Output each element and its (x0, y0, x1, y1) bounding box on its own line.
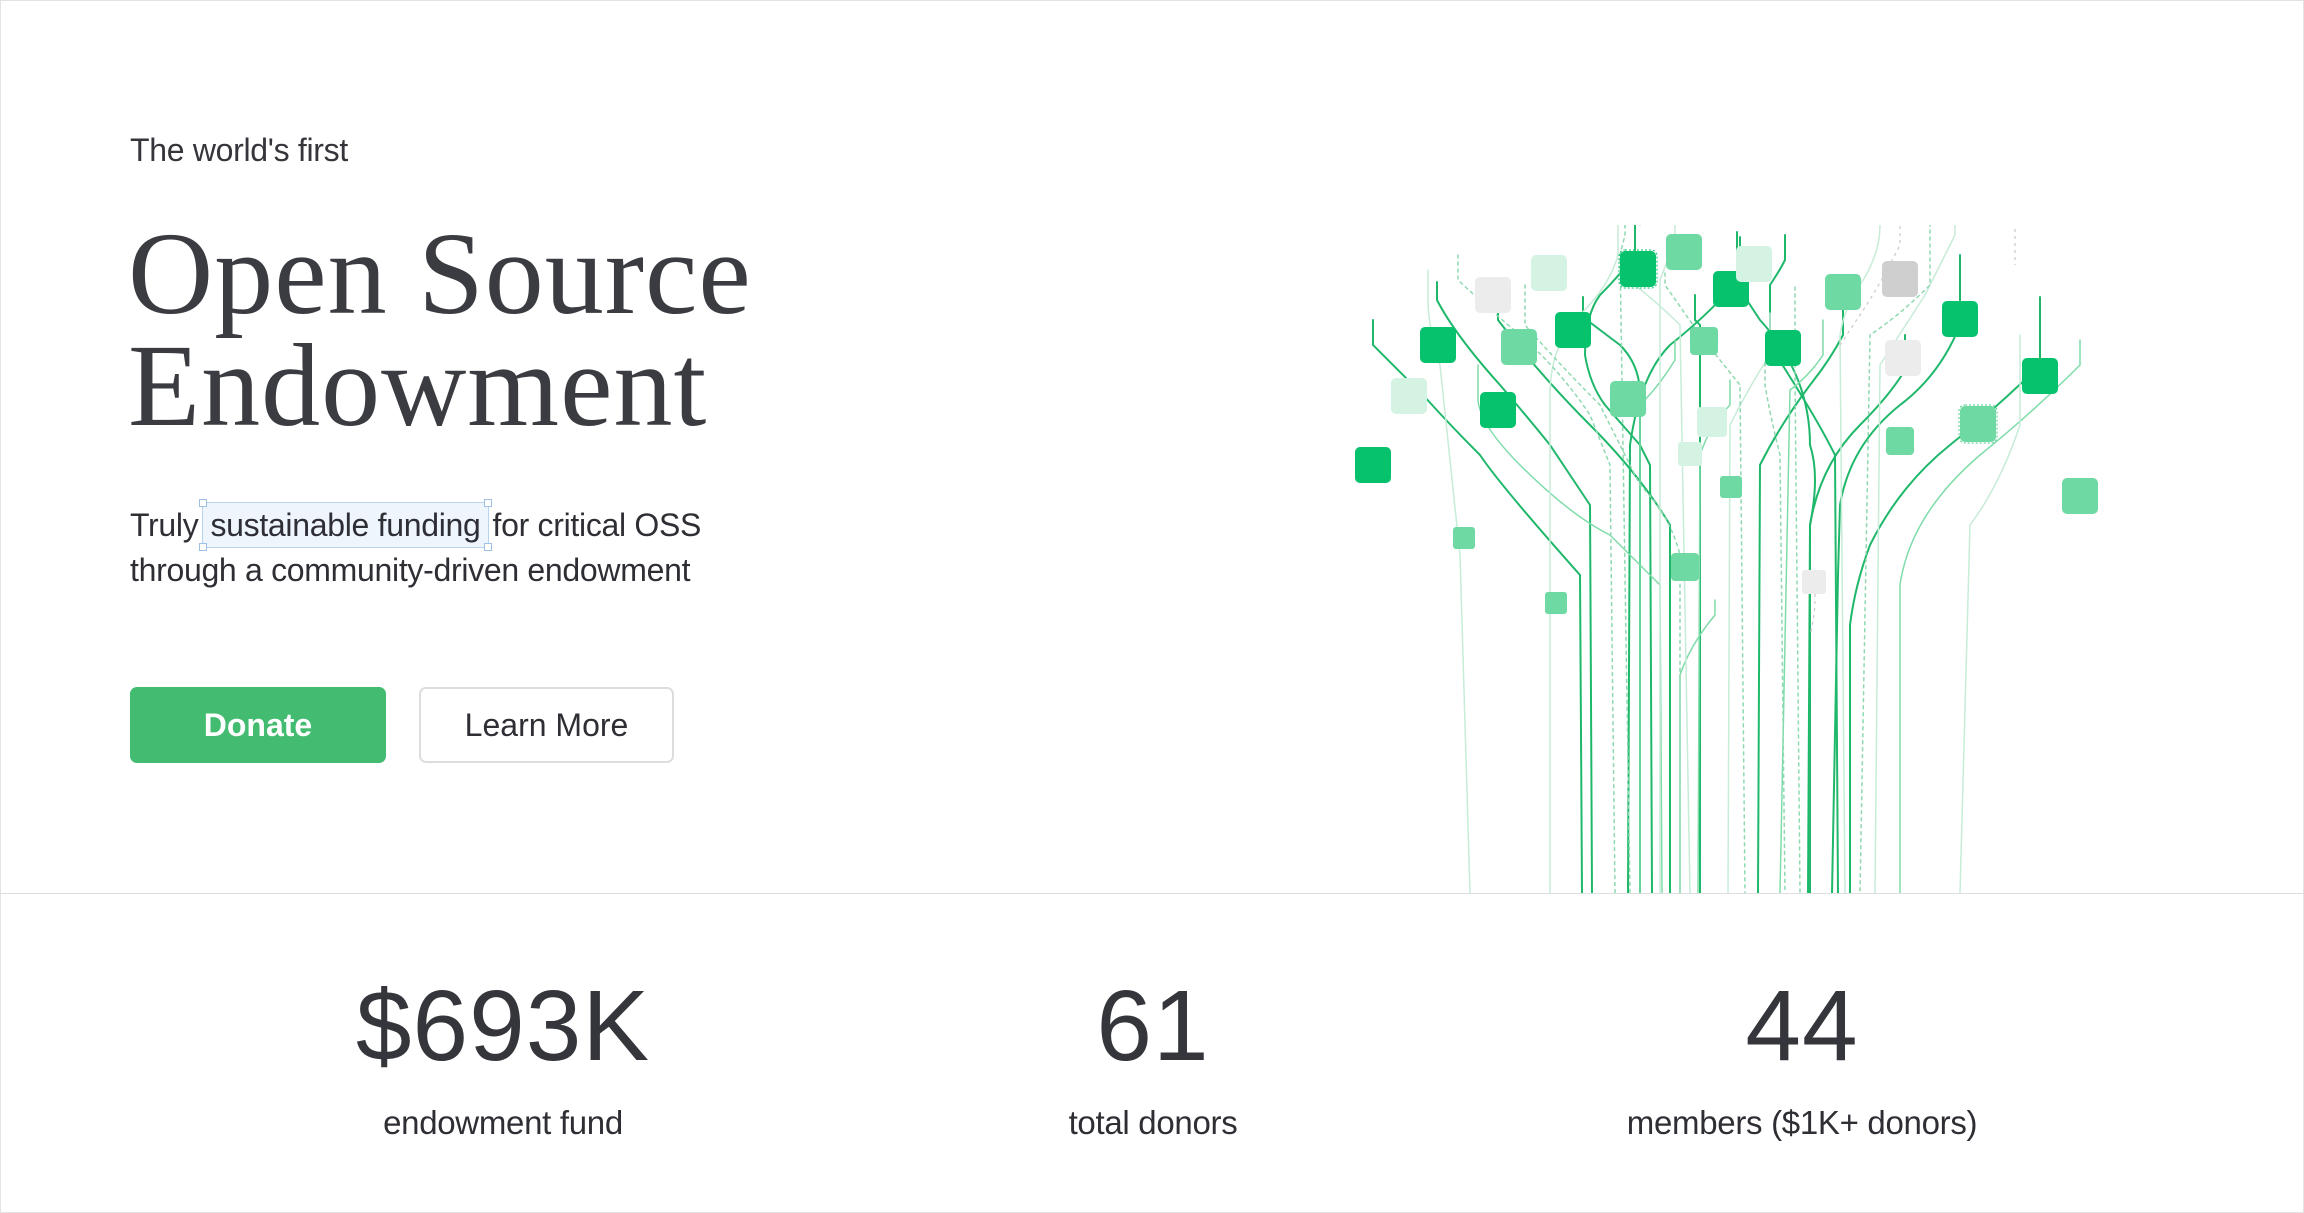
stat-label: endowment fund (383, 1104, 623, 1141)
selection-handle-bottom-right[interactable] (483, 543, 492, 551)
selection-handle-bottom-left[interactable] (199, 543, 208, 551)
learn-more-button[interactable]: Learn More (419, 687, 674, 763)
title-line-1: Open Source (128, 208, 752, 339)
hero-subtitle: Truly sustainable funding for critical OSS… (130, 499, 702, 593)
subtitle-highlight-text: sustainable funding (210, 507, 481, 543)
stat-value: 61 (1096, 970, 1210, 1082)
stat-label: members ($1K+ donors) (1626, 1104, 1978, 1141)
stat-members: 44 members ($1K+ donors) (1552, 976, 2052, 1142)
subtitle-line-2: through a community-driven endowment (130, 552, 691, 588)
stat-label: total donors (1068, 1104, 1238, 1141)
selected-text-highlight[interactable]: sustainable funding (199, 499, 492, 551)
stat-value: $693K (355, 970, 651, 1082)
selection-handle-top-left[interactable] (199, 499, 208, 507)
subtitle-suffix: for critical OSS (492, 507, 702, 543)
subtitle-line-1: Truly sustainable funding for critical OSS (130, 499, 702, 551)
stats-section: $693K endowment fund 61 total donors 44 … (0, 894, 2304, 1212)
title-line-2: Endowment (128, 320, 708, 451)
circuit-tree-illustration (1355, 225, 2098, 893)
stat-value: 44 (1745, 970, 1859, 1082)
hero-section: The world's first Open Source Endowment … (0, 0, 2304, 894)
subtitle-prefix: Truly (130, 507, 199, 543)
hero-eyebrow: The world's first (130, 132, 348, 168)
stat-total-donors: 61 total donors (903, 976, 1403, 1142)
donate-button[interactable]: Donate (130, 687, 386, 763)
stat-endowment-fund: $693K endowment fund (253, 976, 753, 1142)
page-title: Open Source Endowment (128, 208, 752, 451)
selection-handle-top-right[interactable] (483, 499, 492, 507)
